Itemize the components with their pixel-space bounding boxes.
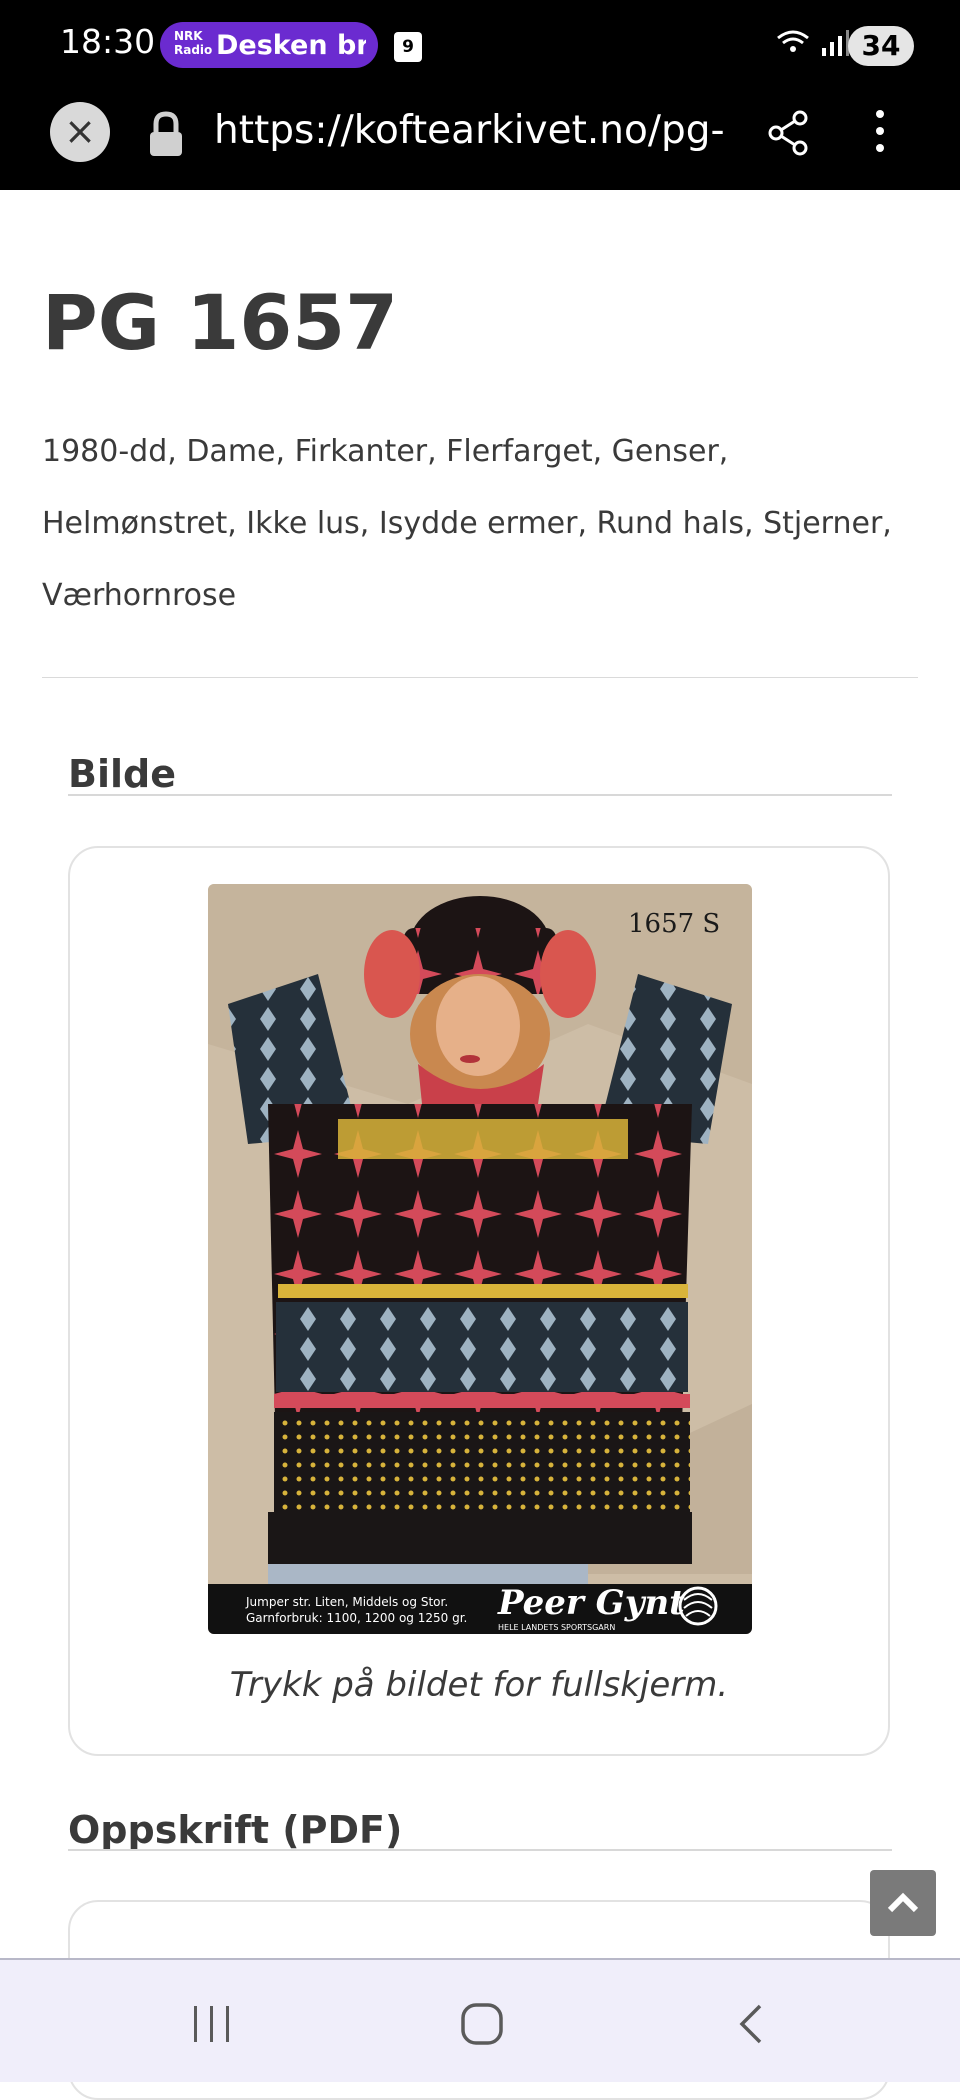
system-navigation-bar bbox=[0, 1958, 960, 2082]
close-tab-button[interactable]: × bbox=[50, 102, 110, 162]
share-icon[interactable] bbox=[766, 108, 812, 162]
battery-indicator: 34 bbox=[848, 26, 914, 66]
url-field[interactable]: https://koftearkivet.no/pg-16 bbox=[214, 108, 728, 153]
close-icon: × bbox=[64, 109, 96, 153]
image-footer-line2: Garnforbruk: 1100, 1200 og 1250 gr. bbox=[246, 1611, 467, 1625]
calendar-icon: 9 bbox=[394, 32, 422, 62]
nrk-radio-icon: NRK Radio bbox=[174, 29, 213, 57]
more-options-icon[interactable] bbox=[868, 106, 892, 160]
notification-text: Desken bre bbox=[216, 30, 366, 61]
page-title: PG 1657 bbox=[42, 278, 399, 367]
image-label: 1657 S bbox=[628, 909, 720, 939]
home-icon[interactable] bbox=[460, 2002, 504, 2050]
tag-list[interactable]: 1980-dd, Dame, Firkanter, Flerfarget, Ge… bbox=[42, 416, 922, 632]
nrk-radio-notification[interactable]: NRKRadio Desken bre bbox=[160, 22, 378, 68]
back-icon[interactable] bbox=[736, 2002, 766, 2050]
section-heading-pattern: Oppskrift (PDF) bbox=[68, 1808, 403, 1852]
image-footer-line1: Jumper str. Liten, Middels og Stor. bbox=[245, 1595, 448, 1609]
section-underline bbox=[68, 794, 892, 796]
divider bbox=[42, 677, 918, 678]
wifi-icon bbox=[776, 28, 810, 65]
clock: 18:30 bbox=[60, 22, 156, 61]
image-caption: Trykk på bildet for fullskjerm. bbox=[229, 1665, 729, 1705]
section-heading-image: Bilde bbox=[68, 752, 176, 796]
scroll-to-top-button[interactable] bbox=[870, 1870, 936, 1936]
status-bar: 18:30 NRKRadio Desken bre 9 34 bbox=[0, 0, 960, 90]
brand-tagline: HELE LANDETS SPORTSGARN bbox=[498, 1623, 615, 1632]
browser-toolbar: × https://koftearkivet.no/pg-16 bbox=[0, 90, 960, 190]
lock-icon[interactable] bbox=[146, 110, 186, 164]
recent-apps-icon[interactable] bbox=[190, 2004, 234, 2048]
chevron-up-icon bbox=[887, 1892, 919, 1913]
signal-icon bbox=[820, 28, 850, 65]
pattern-photo[interactable]: 1657 S Jumper str. Liten, Middels og Sto… bbox=[208, 884, 752, 1634]
section-underline bbox=[68, 1849, 892, 1851]
brand-logo: Peer Gynt bbox=[497, 1583, 685, 1623]
